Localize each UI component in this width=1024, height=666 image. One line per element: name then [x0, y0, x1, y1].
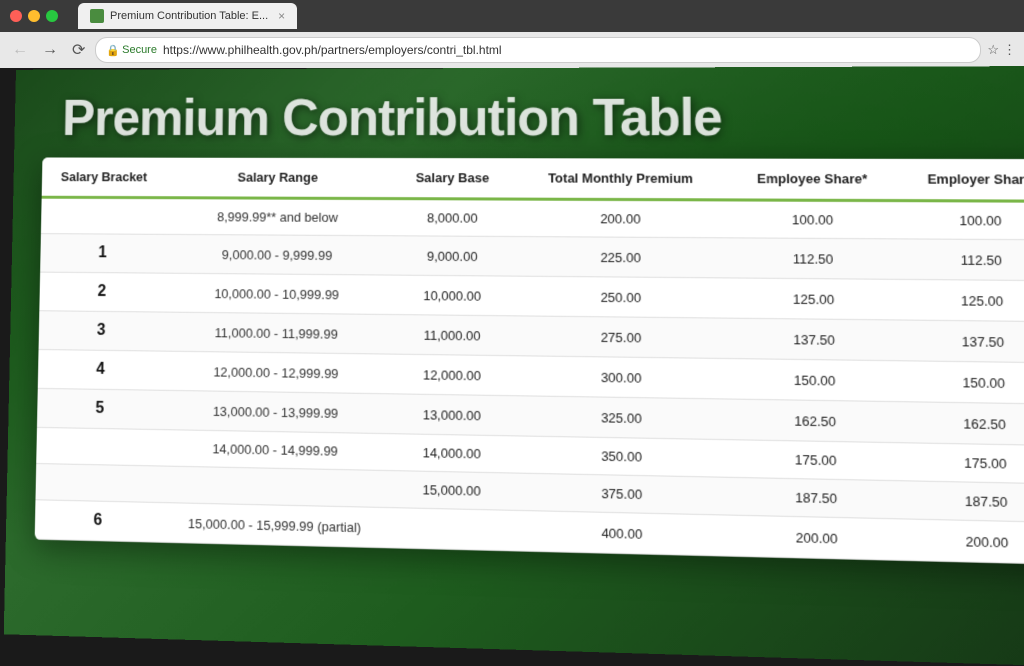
cell-employee-share: 137.50: [728, 318, 900, 361]
cell-bracket: 2: [39, 272, 164, 312]
page-content: Premium Contribution Table Salary Bracke…: [4, 66, 1024, 666]
refresh-button[interactable]: ⟳: [68, 38, 89, 62]
tab-close-icon[interactable]: ×: [278, 9, 285, 23]
nav-bar: ← → ⟳ 🔒 Secure https://www.philhealth.go…: [0, 32, 1024, 68]
cell-employer-share: 187.50: [903, 481, 1024, 523]
secure-badge: 🔒 Secure: [106, 44, 157, 57]
cell-salary-base: [389, 508, 515, 551]
cell-total-monthly: 300.00: [515, 356, 729, 399]
cell-employee-share: 112.50: [728, 238, 900, 280]
tab-bar: Premium Contribution Table: E... ×: [78, 1, 1014, 31]
tab-title: Premium Contribution Table: E...: [110, 10, 268, 22]
cell-total-monthly: 250.00: [515, 276, 729, 318]
cell-employer-share: 112.50: [899, 239, 1024, 281]
cell-range: 11,000.00 - 11,999.99: [164, 312, 390, 354]
col-header-salary-base: Salary Base: [390, 158, 514, 199]
cell-salary-base: 13,000.00: [389, 394, 514, 436]
title-bar: Premium Contribution Table: E... ×: [0, 0, 1024, 32]
cell-salary-base: 14,000.00: [389, 434, 515, 473]
active-tab[interactable]: Premium Contribution Table: E... ×: [78, 3, 297, 29]
cell-bracket: 1: [40, 234, 165, 274]
cell-bracket: 5: [37, 388, 163, 429]
col-header-bracket: Salary Bracket: [42, 157, 167, 197]
cell-bracket: [35, 464, 161, 503]
cell-range: [161, 466, 389, 508]
cell-salary-base: 8,000.00: [390, 199, 514, 237]
cell-range: 12,000.00 - 12,999.99: [163, 351, 390, 394]
cell-salary-base: 11,000.00: [390, 315, 515, 356]
cell-bracket: 3: [39, 311, 165, 351]
cell-employee-share: 150.00: [729, 359, 902, 402]
cell-employee-share: 162.50: [729, 399, 902, 443]
contribution-table: Salary Bracket Salary Range Salary Base …: [35, 157, 1024, 565]
cell-range: 14,000.00 - 14,999.99: [162, 430, 389, 471]
cell-employer-share: 137.50: [900, 320, 1024, 363]
cell-bracket: [36, 427, 162, 466]
col-header-total-monthly: Total Monthly Premium: [515, 158, 728, 200]
traffic-lights: [10, 10, 58, 22]
cell-range: 10,000.00 - 10,999.99: [164, 273, 390, 314]
cell-bracket: 4: [38, 349, 164, 390]
col-header-range: Salary Range: [166, 158, 391, 199]
lock-icon: 🔒: [106, 44, 120, 57]
minimize-button[interactable]: [28, 10, 40, 22]
cell-range: 13,000.00 - 13,999.99: [162, 390, 389, 433]
cell-employee-share: 175.00: [730, 440, 903, 481]
cell-employer-share: 162.50: [901, 402, 1024, 446]
cell-total-monthly: 275.00: [515, 316, 729, 359]
cell-range: 15,000.00 - 15,999.99 (partial): [161, 503, 389, 548]
cell-bracket: [41, 197, 166, 234]
cell-total-monthly: 375.00: [515, 473, 731, 515]
cell-employer-share: 100.00: [898, 201, 1024, 240]
cell-total-monthly: 325.00: [515, 396, 730, 440]
table-row: 8,999.99** and below8,000.00200.00100.00…: [41, 197, 1024, 240]
cell-range: 9,000.00 - 9,999.99: [165, 234, 390, 275]
browser-chrome: Premium Contribution Table: E... × ← → ⟳…: [0, 0, 1024, 68]
bookmark-icon[interactable]: ☆: [987, 42, 999, 58]
cell-bracket: 6: [35, 500, 162, 542]
col-header-employee-share: Employee Share*: [727, 159, 898, 201]
cell-total-monthly: 400.00: [515, 510, 731, 556]
cell-employer-share: 200.00: [903, 519, 1024, 565]
menu-icon[interactable]: ⋮: [1003, 42, 1016, 58]
close-button[interactable]: [10, 10, 22, 22]
secure-label: Secure: [122, 44, 157, 56]
nav-icons: ☆ ⋮: [987, 42, 1016, 58]
col-header-employer-share: Employer Share: [897, 159, 1024, 201]
tab-favicon: [90, 9, 104, 23]
cell-total-monthly: 200.00: [515, 199, 728, 238]
cell-total-monthly: 225.00: [515, 237, 728, 278]
cell-employer-share: 175.00: [902, 443, 1024, 484]
fullscreen-button[interactable]: [46, 10, 58, 22]
url-text: https://www.philhealth.gov.ph/partners/e…: [163, 43, 502, 57]
page-title: Premium Contribution Table: [62, 87, 722, 148]
cell-salary-base: 9,000.00: [390, 236, 515, 276]
cell-total-monthly: 350.00: [515, 436, 730, 477]
back-button[interactable]: ←: [8, 39, 32, 61]
cell-employee-share: 125.00: [728, 278, 900, 320]
cell-employee-share: 187.50: [730, 477, 904, 519]
table-container: Salary Bracket Salary Range Salary Base …: [35, 157, 1024, 565]
cell-employer-share: 150.00: [901, 361, 1024, 404]
address-bar[interactable]: 🔒 Secure https://www.philhealth.gov.ph/p…: [95, 37, 981, 63]
cell-salary-base: 10,000.00: [390, 275, 515, 316]
cell-salary-base: 12,000.00: [389, 354, 514, 396]
cell-salary-base: 15,000.00: [389, 471, 515, 511]
cell-range: 8,999.99** and below: [165, 198, 390, 236]
cell-employer-share: 125.00: [899, 279, 1024, 321]
forward-button[interactable]: →: [38, 39, 62, 61]
cell-employee-share: 200.00: [730, 515, 904, 560]
cell-employee-share: 100.00: [727, 200, 898, 239]
